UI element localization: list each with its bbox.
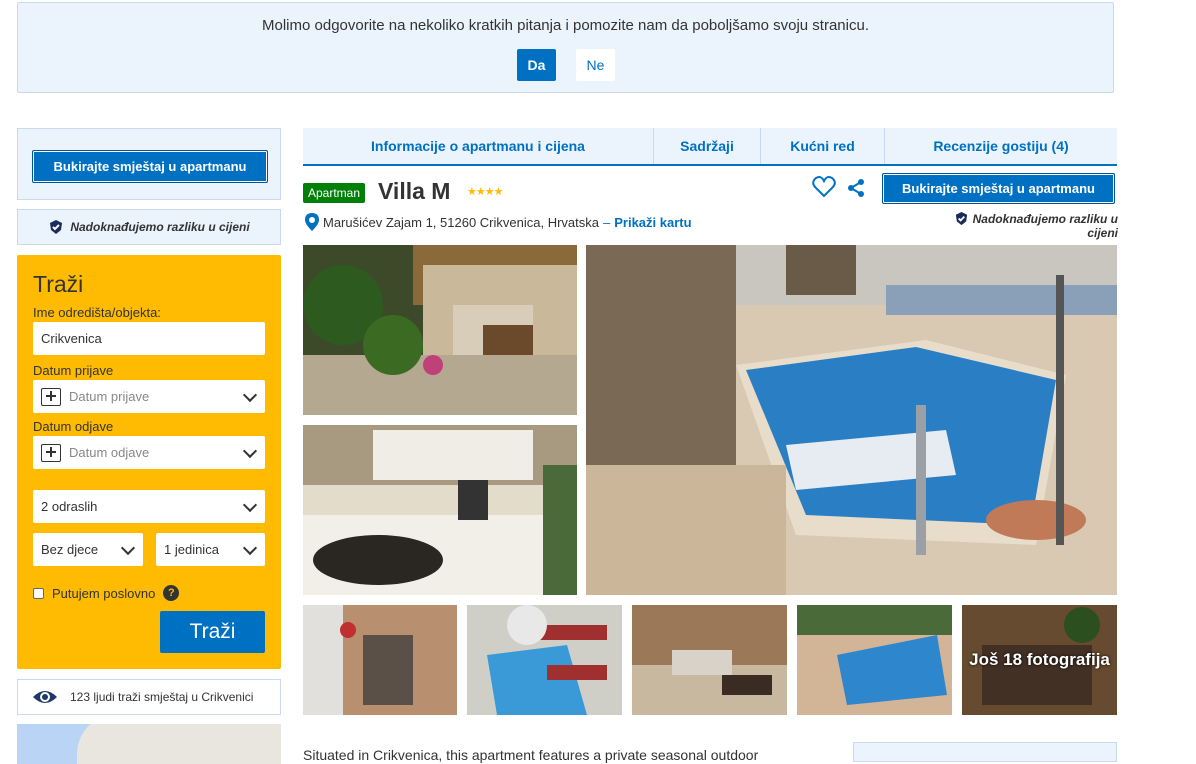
tab-facilities[interactable]: Sadržaji	[654, 128, 761, 164]
book-button[interactable]: Bukirajte smještaj u apartmanu	[882, 173, 1115, 204]
tab-info-prices[interactable]: Informacije o apartmanu i cijena	[303, 128, 654, 164]
photo-terrace[interactable]	[303, 245, 577, 415]
sidebar-price-match-label: Nadoknađujemo razliku u cijeni	[70, 220, 250, 234]
shield-check-icon	[956, 211, 968, 226]
star-rating: ★★★★	[467, 186, 503, 198]
survey-yes-button[interactable]: Da	[517, 49, 556, 81]
rooms-value: 1 jedinica	[164, 542, 219, 557]
sidebar-book-panel: Bukirajte smještaj u apartmanu	[17, 128, 281, 200]
property-address-row: Marušićev Zajam 1, 51260 Crikvenica, Hrv…	[305, 213, 692, 231]
destination-label: Ime odredišta/objekta:	[33, 305, 161, 320]
checkout-label: Datum odjave	[33, 419, 114, 434]
map-pin-icon	[305, 213, 319, 231]
info-side-box	[853, 742, 1117, 762]
property-type-badge: Apartman	[303, 183, 366, 203]
survey-question: Molimo odgovorite na nekoliko kratkih pi…	[262, 17, 869, 34]
destination-input[interactable]: Crikvenica	[33, 322, 265, 355]
eye-icon	[33, 691, 57, 703]
photo-pool-main[interactable]	[586, 245, 1117, 595]
chevron-down-icon	[242, 443, 258, 459]
sidebar-price-match[interactable]: Nadoknađujemo razliku u cijeni	[17, 209, 281, 245]
chevron-down-icon	[120, 540, 136, 556]
business-travel-row: Putujem poslovno ?	[33, 585, 180, 601]
price-match-note[interactable]: Nadoknađujemo razliku u cijeni	[946, 211, 1118, 240]
checkout-placeholder: Datum odjave	[69, 445, 150, 460]
checkin-label: Datum prijave	[33, 363, 114, 378]
photo-pool-top[interactable]	[467, 605, 622, 715]
sidebar-book-button[interactable]: Bukirajte smještaj u apartmanu	[32, 150, 268, 183]
checkin-placeholder: Datum prijave	[69, 389, 150, 404]
people-looking-text: 123 ljudi traži smještaj u Crikvenici	[70, 690, 254, 704]
people-looking-banner: 123 ljudi traži smještaj u Crikvenici	[17, 679, 281, 715]
search-submit-button[interactable]: Traži	[160, 611, 265, 653]
show-map-link[interactable]: Prikaži kartu	[614, 215, 691, 230]
chevron-down-icon	[242, 497, 258, 513]
shield-check-icon	[50, 220, 63, 234]
property-address: Marušićev Zajam 1, 51260 Crikvenica, Hrv…	[323, 214, 599, 230]
map-preview[interactable]	[17, 724, 281, 764]
calendar-icon	[41, 387, 61, 406]
checkout-field[interactable]: Datum odjave	[33, 436, 265, 469]
photo-pool-side[interactable]	[797, 605, 952, 715]
chevron-down-icon	[242, 540, 258, 556]
adults-select[interactable]: 2 odraslih	[33, 490, 265, 523]
photo-more[interactable]: Još 18 fotografija	[962, 605, 1117, 715]
share-icon[interactable]	[847, 178, 865, 198]
children-value: Bez djece	[41, 542, 99, 557]
property-name: Villa M	[378, 178, 451, 204]
address-separator: –	[603, 214, 611, 230]
survey-no-button[interactable]: Ne	[576, 49, 615, 81]
help-icon[interactable]: ?	[163, 585, 180, 601]
price-match-label: Nadoknađujemo razliku u cijeni	[972, 212, 1118, 240]
tab-reviews[interactable]: Recenzije gostiju (4)	[885, 128, 1117, 164]
tab-house-rules[interactable]: Kućni red	[761, 128, 885, 164]
business-travel-checkbox[interactable]	[33, 587, 44, 599]
photo-gym[interactable]	[303, 605, 457, 715]
property-description: Situated in Crikvenica, this apartment f…	[303, 747, 759, 763]
heart-icon[interactable]	[812, 176, 836, 198]
rooms-select[interactable]: 1 jedinica	[156, 533, 265, 566]
photo-kitchen[interactable]	[303, 425, 577, 595]
children-select[interactable]: Bez djece	[33, 533, 143, 566]
calendar-icon	[41, 443, 61, 462]
business-travel-label: Putujem poslovno	[52, 585, 156, 601]
survey-banner: Molimo odgovorite na nekoliko kratkih pi…	[17, 2, 1114, 93]
more-photos-label: Još 18 fotografija	[962, 605, 1117, 715]
photo-patio[interactable]	[632, 605, 787, 715]
search-title: Traži	[33, 271, 84, 297]
search-panel: Traži Ime odredišta/objekta: Crikvenica …	[17, 255, 281, 669]
property-tabs: Informacije o apartmanu i cijena Sadržaj…	[303, 128, 1117, 166]
checkin-field[interactable]: Datum prijave	[33, 380, 265, 413]
chevron-down-icon	[242, 387, 258, 403]
adults-value: 2 odraslih	[41, 499, 98, 514]
